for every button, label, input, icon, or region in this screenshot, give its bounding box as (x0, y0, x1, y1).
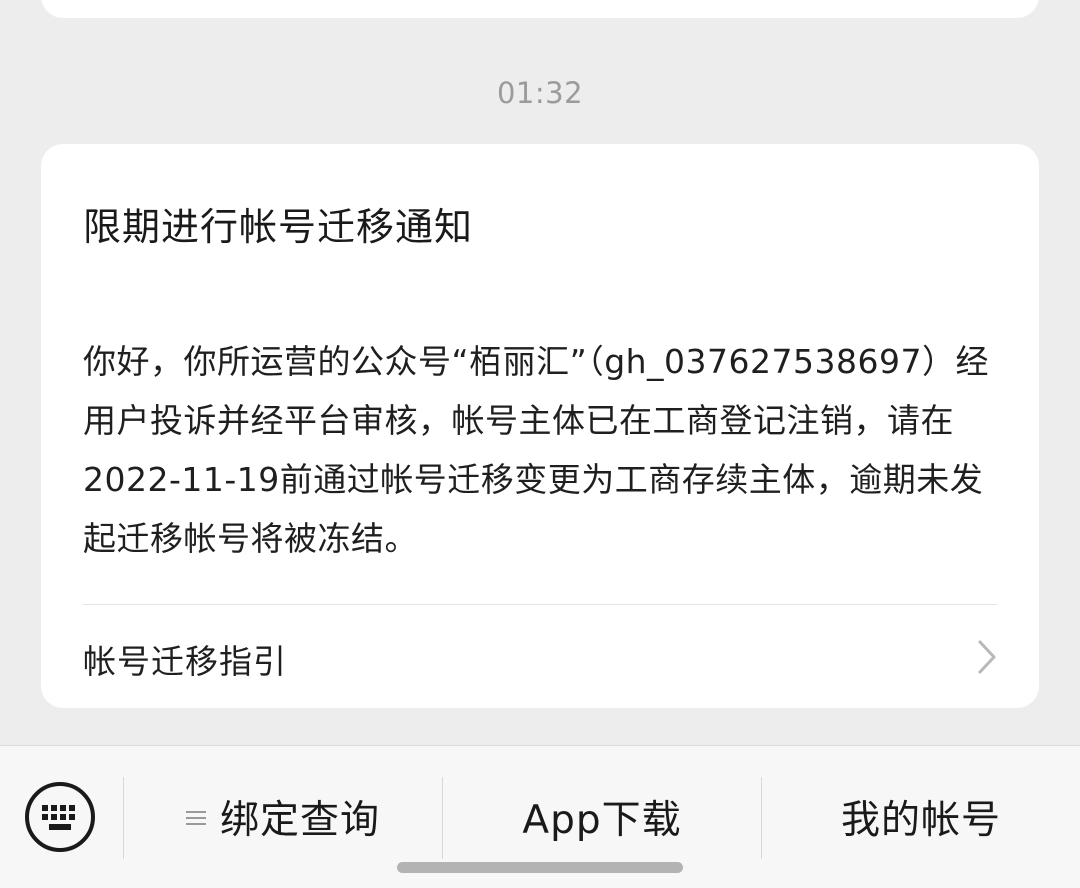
previous-message-card (41, 0, 1039, 18)
message-body: 你好，你所运营的公众号“栢丽汇”（gh_037627538697）经用户投诉并经… (83, 342, 990, 558)
notification-message-card: 限期进行帐号迁移通知 你好，你所运营的公众号“栢丽汇”（gh_037627538… (41, 144, 1039, 708)
home-indicator[interactable] (397, 862, 683, 873)
keyboard-toggle-button[interactable] (22, 779, 98, 855)
message-timestamp: 01:32 (496, 76, 584, 110)
menu-label-my-account: 我的帐号 (840, 798, 1001, 843)
migration-guide-link[interactable]: 帐号迁移指引 (41, 605, 1039, 708)
keyboard-icon (25, 782, 95, 852)
migration-guide-label: 帐号迁移指引 (83, 642, 287, 681)
message-title: 限期进行帐号迁移通知 (83, 205, 474, 249)
bottom-menu-bar: 绑定查询 App下载 我的帐号 (0, 745, 1080, 888)
menu-label-binding-query: 绑定查询 (219, 798, 380, 843)
menu-label-app-download: App下载 (522, 798, 682, 843)
menu-lines-icon (185, 811, 206, 825)
chevron-right-icon (978, 640, 996, 674)
menu-button-binding-query[interactable]: 绑定查询 (124, 746, 442, 888)
menu-button-my-account[interactable]: 我的帐号 (762, 746, 1080, 888)
